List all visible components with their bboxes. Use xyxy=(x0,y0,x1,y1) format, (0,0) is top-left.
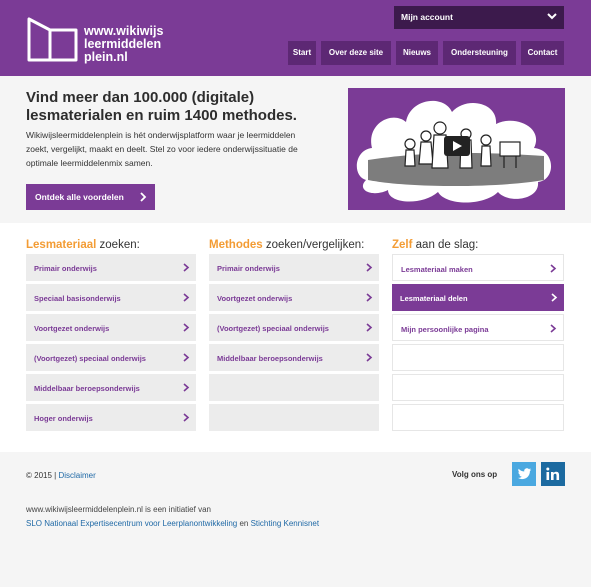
chevron-down-icon xyxy=(547,13,557,20)
site-footer: © 2015 | Disclaimer Volg ons op www.wiki… xyxy=(0,452,591,587)
chevron-right-icon xyxy=(366,353,373,362)
list-item[interactable]: (Voortgezet) speciaal onderwijs xyxy=(209,314,379,341)
discover-benefits-button[interactable]: Ontdek alle voordelen xyxy=(26,184,155,210)
methodes-list: Primair onderwijs Voortgezet onderwijs (… xyxy=(209,254,379,434)
heading-rest: zoeken: xyxy=(96,239,140,251)
empty-row xyxy=(209,404,379,431)
list-item[interactable]: Middelbaar beroepsonderwijs xyxy=(209,344,379,371)
nav-nieuws[interactable]: Nieuws xyxy=(396,41,438,65)
disclaimer-link[interactable]: Disclaimer xyxy=(58,471,95,480)
chevron-right-icon xyxy=(550,324,557,333)
nav-start[interactable]: Start xyxy=(288,41,316,65)
list-item-label: Middelbaar beroepsonderwijs xyxy=(217,354,323,363)
chevron-right-icon xyxy=(551,293,558,302)
lesmateriaal-list: Primair onderwijs Speciaal basisonderwij… xyxy=(26,254,196,434)
list-item[interactable]: (Voortgezet) speciaal onderwijs xyxy=(26,344,196,371)
list-item-active[interactable]: Lesmateriaal delen xyxy=(392,284,564,311)
initiative-text: www.wikiwijsleermiddelenplein.nl is een … xyxy=(26,503,426,531)
list-item-label: Primair onderwijs xyxy=(34,264,97,273)
list-item-label: Speciaal basisonderwijs xyxy=(34,294,121,303)
lesmateriaal-heading: Lesmateriaal zoeken: xyxy=(26,239,140,251)
chevron-right-icon xyxy=(183,383,190,392)
kennisnet-link[interactable]: Stichting Kennisnet xyxy=(251,519,320,528)
chevron-right-icon xyxy=(183,353,190,362)
chevron-right-icon xyxy=(366,263,373,272)
copyright: © 2015 | Disclaimer xyxy=(26,471,96,480)
account-dropdown[interactable]: Mijn account xyxy=(394,6,564,29)
list-item[interactable]: Speciaal basisonderwijs xyxy=(26,284,196,311)
list-item-label: Middelbaar beroepsonderwijs xyxy=(34,384,140,393)
empty-row xyxy=(392,404,564,431)
chevron-right-icon xyxy=(183,293,190,302)
nav-contact[interactable]: Contact xyxy=(521,41,564,65)
list-item-label: Lesmateriaal delen xyxy=(400,294,468,303)
list-item-label: Hoger onderwijs xyxy=(34,414,93,423)
account-label: Mijn account xyxy=(401,12,453,22)
follow-us-label: Volg ons op xyxy=(452,470,498,479)
twitter-icon[interactable] xyxy=(512,462,536,486)
empty-row xyxy=(392,344,564,371)
chevron-right-icon xyxy=(140,192,147,202)
intro-video[interactable] xyxy=(348,88,565,210)
slo-link[interactable]: SLO Nationaal Expertisecentrum voor Leer… xyxy=(26,519,237,528)
logo-text: www.wikiwijs leermiddelen plein.nl xyxy=(84,25,163,64)
site-logo[interactable]: www.wikiwijs leermiddelen plein.nl xyxy=(26,16,186,66)
empty-row xyxy=(209,374,379,401)
zelf-list: Lesmateriaal maken Lesmateriaal delen Mi… xyxy=(392,254,564,434)
initiative-partners: SLO Nationaal Expertisecentrum voor Leer… xyxy=(26,517,426,531)
chevron-right-icon xyxy=(550,264,557,273)
list-item[interactable]: Middelbaar beroepsonderwijs xyxy=(26,374,196,401)
list-item-label: Voortgezet onderwijs xyxy=(34,324,110,333)
hero-title: Vind meer dan 100.000 (digitale) lesmate… xyxy=(26,89,297,124)
list-item[interactable]: Voortgezet onderwijs xyxy=(209,284,379,311)
list-item[interactable]: Hoger onderwijs xyxy=(26,404,196,431)
and-text: en xyxy=(237,519,251,528)
list-item[interactable]: Voortgezet onderwijs xyxy=(26,314,196,341)
list-item-label: Voortgezet onderwijs xyxy=(217,294,293,303)
list-item[interactable]: Lesmateriaal maken xyxy=(392,254,564,281)
linkedin-icon[interactable] xyxy=(541,462,565,486)
chevron-right-icon xyxy=(183,413,190,422)
hero-section: Vind meer dan 100.000 (digitale) lesmate… xyxy=(0,76,591,223)
list-item-label: (Voortgezet) speciaal onderwijs xyxy=(34,354,146,363)
list-item-label: Lesmateriaal maken xyxy=(401,265,473,274)
site-header: www.wikiwijs leermiddelen plein.nl Mijn … xyxy=(0,0,591,76)
nav-ondersteuning[interactable]: Ondersteuning xyxy=(443,41,516,65)
initiative-line: www.wikiwijsleermiddelenplein.nl is een … xyxy=(26,505,211,514)
heading-highlight: Lesmateriaal xyxy=(26,239,97,251)
list-item-label: Mijn persoonlijke pagina xyxy=(401,325,489,334)
chevron-right-icon xyxy=(366,293,373,302)
list-item[interactable]: Primair onderwijs xyxy=(26,254,196,281)
hero-text: Wikiwijsleermiddelenplein is hét onderwi… xyxy=(26,130,298,168)
chevron-right-icon xyxy=(183,323,190,332)
book-logo-icon xyxy=(27,17,78,62)
logo-line: plein.nl xyxy=(84,50,128,64)
copyright-text: © 2015 | xyxy=(26,471,57,480)
heading-highlight: Zelf xyxy=(392,239,413,251)
heading-rest: aan de slag: xyxy=(412,239,479,251)
list-item-label: Primair onderwijs xyxy=(217,264,280,273)
cta-label: Ontdek alle voordelen xyxy=(35,192,124,202)
list-item[interactable]: Mijn persoonlijke pagina xyxy=(392,314,564,341)
video-illustration xyxy=(356,100,552,203)
list-item[interactable]: Primair onderwijs xyxy=(209,254,379,281)
nav-over-deze-site[interactable]: Over deze site xyxy=(321,41,391,65)
empty-row xyxy=(392,374,564,401)
methodes-heading: Methodes zoeken/vergelijken: xyxy=(209,239,364,251)
zelf-heading: Zelf aan de slag: xyxy=(392,239,478,251)
list-item-label: (Voortgezet) speciaal onderwijs xyxy=(217,324,329,333)
heading-highlight: Methodes xyxy=(209,239,263,251)
heading-rest: zoeken/vergelijken: xyxy=(262,239,365,251)
chevron-right-icon xyxy=(183,263,190,272)
chevron-right-icon xyxy=(366,323,373,332)
